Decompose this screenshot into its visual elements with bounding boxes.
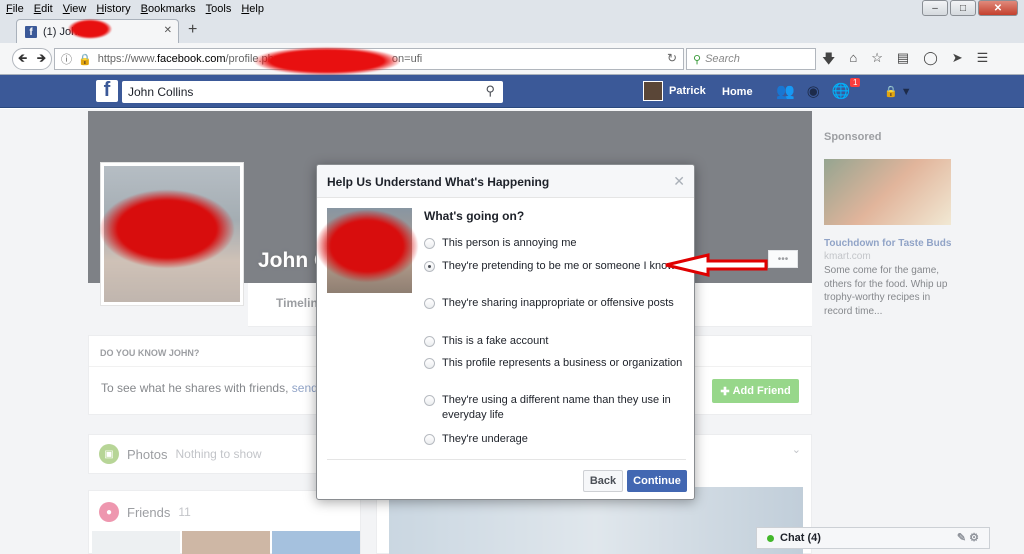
back-arrow-icon[interactable]: 🡸 (18, 49, 28, 70)
report-option-selected[interactable]: They're pretending to be me or someone I… (424, 259, 684, 274)
tab-strip: f (1) John ✕ + (0, 17, 1024, 43)
report-option-label: This profile represents a business or or… (442, 357, 683, 369)
navigation-bar: 🡸 🡺 ⓘ 🔒 https://www.facebook.com/profile… (0, 43, 1024, 74)
report-option[interactable]: They're using a different name than they… (424, 393, 684, 423)
radio-button[interactable] (424, 336, 435, 347)
dialog-title: Help Us Understand What's Happening (327, 175, 550, 189)
browser-chrome: File Edit View History Bookmarks Tools H… (0, 0, 1024, 75)
report-option-label: They're pretending to be me or someone I… (442, 260, 676, 272)
download-icon[interactable]: 🡇 (822, 50, 835, 72)
window-controls: – □ ✕ (922, 0, 1018, 16)
radio-button-checked[interactable] (424, 261, 435, 272)
messages-icon[interactable]: ◉ (807, 82, 820, 100)
facebook-favicon-icon: f (25, 25, 37, 38)
lock-icon: 🔒 (78, 53, 92, 66)
browser-search-placeholder: Search (705, 53, 740, 65)
report-option-label: They're using a different name than they… (442, 394, 671, 421)
menu-edit[interactable]: Edit (34, 3, 53, 15)
hamburger-menu-icon[interactable]: ☰ (977, 50, 989, 72)
friend-requests-icon[interactable]: 👥 (776, 82, 795, 100)
report-option[interactable]: They're underage (424, 432, 684, 447)
radio-button[interactable] (424, 358, 435, 369)
forward-arrow-icon[interactable]: 🡺 (37, 49, 47, 70)
bookmark-star-icon[interactable]: ☆ (871, 50, 883, 72)
search-icon[interactable]: ⚲ (485, 83, 495, 99)
facebook-logo-icon[interactable]: f (96, 79, 118, 102)
user-avatar (643, 81, 663, 101)
close-icon[interactable]: ✕ (673, 173, 685, 190)
new-tab-button[interactable]: + (188, 21, 197, 39)
account-menu-icon[interactable]: 🔒 ▼ (884, 85, 912, 98)
home-link[interactable]: Home (722, 86, 753, 98)
annotation-arrow-icon (665, 253, 768, 277)
report-option-label: They're sharing inappropriate or offensi… (442, 297, 674, 309)
redaction-scribble (316, 210, 418, 282)
pocket-icon[interactable]: ◯ (923, 50, 938, 72)
user-name: Patrick (669, 85, 706, 97)
maximize-button[interactable]: □ (950, 0, 976, 16)
menu-history[interactable]: History (96, 3, 130, 15)
tab-close-icon[interactable]: ✕ (164, 25, 172, 36)
online-status-icon (767, 534, 774, 542)
redaction-scribble (254, 47, 400, 75)
dialog-divider (327, 459, 686, 460)
menu-bar: File Edit View History Bookmarks Tools H… (0, 0, 1024, 17)
report-option[interactable]: They're sharing inappropriate or offensi… (424, 296, 684, 311)
report-option-label: This person is annoying me (442, 237, 577, 249)
facebook-header: f John Collins ⚲ Patrick Home 👥 ◉ 🌐 1 🔒 … (0, 75, 1024, 108)
info-icon[interactable]: ⓘ (61, 51, 72, 67)
redaction-scribble (68, 19, 112, 39)
reload-icon[interactable]: ↻ (667, 51, 677, 65)
send-icon[interactable]: ➤ (952, 50, 963, 72)
toolbar-icons: 🡇 ⌂ ☆ ▤ ◯ ➤ ☰ (822, 50, 988, 72)
chat-bar[interactable]: Chat (4) ✎ ⚙ (756, 527, 990, 549)
search-engine-icon: ⚲ (693, 53, 702, 66)
back-button[interactable]: Back (583, 470, 623, 492)
home-icon[interactable]: ⌂ (849, 50, 857, 72)
facebook-nav-icons: 👥 ◉ 🌐 (776, 82, 850, 100)
menu-file[interactable]: File (6, 3, 24, 15)
menu-help[interactable]: Help (241, 3, 264, 15)
continue-button[interactable]: Continue (627, 470, 687, 492)
menu-bookmarks[interactable]: Bookmarks (141, 3, 196, 15)
reading-list-icon[interactable]: ▤ (897, 50, 909, 72)
chat-label: Chat (4) (780, 532, 821, 544)
menu-tools[interactable]: Tools (206, 3, 232, 15)
report-option[interactable]: This profile represents a business or or… (424, 356, 684, 371)
menu-view[interactable]: View (63, 3, 87, 15)
report-option[interactable]: This person is annoying me (424, 236, 684, 251)
facebook-search-value: John Collins (128, 85, 194, 99)
radio-button[interactable] (424, 434, 435, 445)
dialog-question: What's going on? (424, 209, 525, 223)
radio-button[interactable] (424, 395, 435, 406)
facebook-search-input[interactable]: John Collins ⚲ (122, 81, 503, 103)
back-forward-buttons: 🡸 🡺 (12, 48, 52, 70)
notifications-globe-icon[interactable]: 🌐 (832, 82, 851, 100)
dialog-header: Help Us Understand What's Happening ✕ (317, 165, 694, 198)
report-option-label: They're underage (442, 433, 528, 445)
radio-button[interactable] (424, 238, 435, 249)
chat-settings-icon[interactable]: ✎ ⚙ (957, 531, 979, 544)
report-option-label: This is a fake account (442, 335, 549, 347)
redaction-scribble (100, 190, 234, 268)
user-profile-link[interactable]: Patrick (643, 81, 706, 101)
minimize-button[interactable]: – (922, 0, 948, 16)
radio-button[interactable] (424, 298, 435, 309)
notification-badge: 1 (850, 78, 861, 87)
browser-search-input[interactable]: ⚲ Search (686, 48, 816, 70)
report-option[interactable]: This is a fake account (424, 334, 684, 349)
close-window-button[interactable]: ✕ (978, 0, 1018, 16)
